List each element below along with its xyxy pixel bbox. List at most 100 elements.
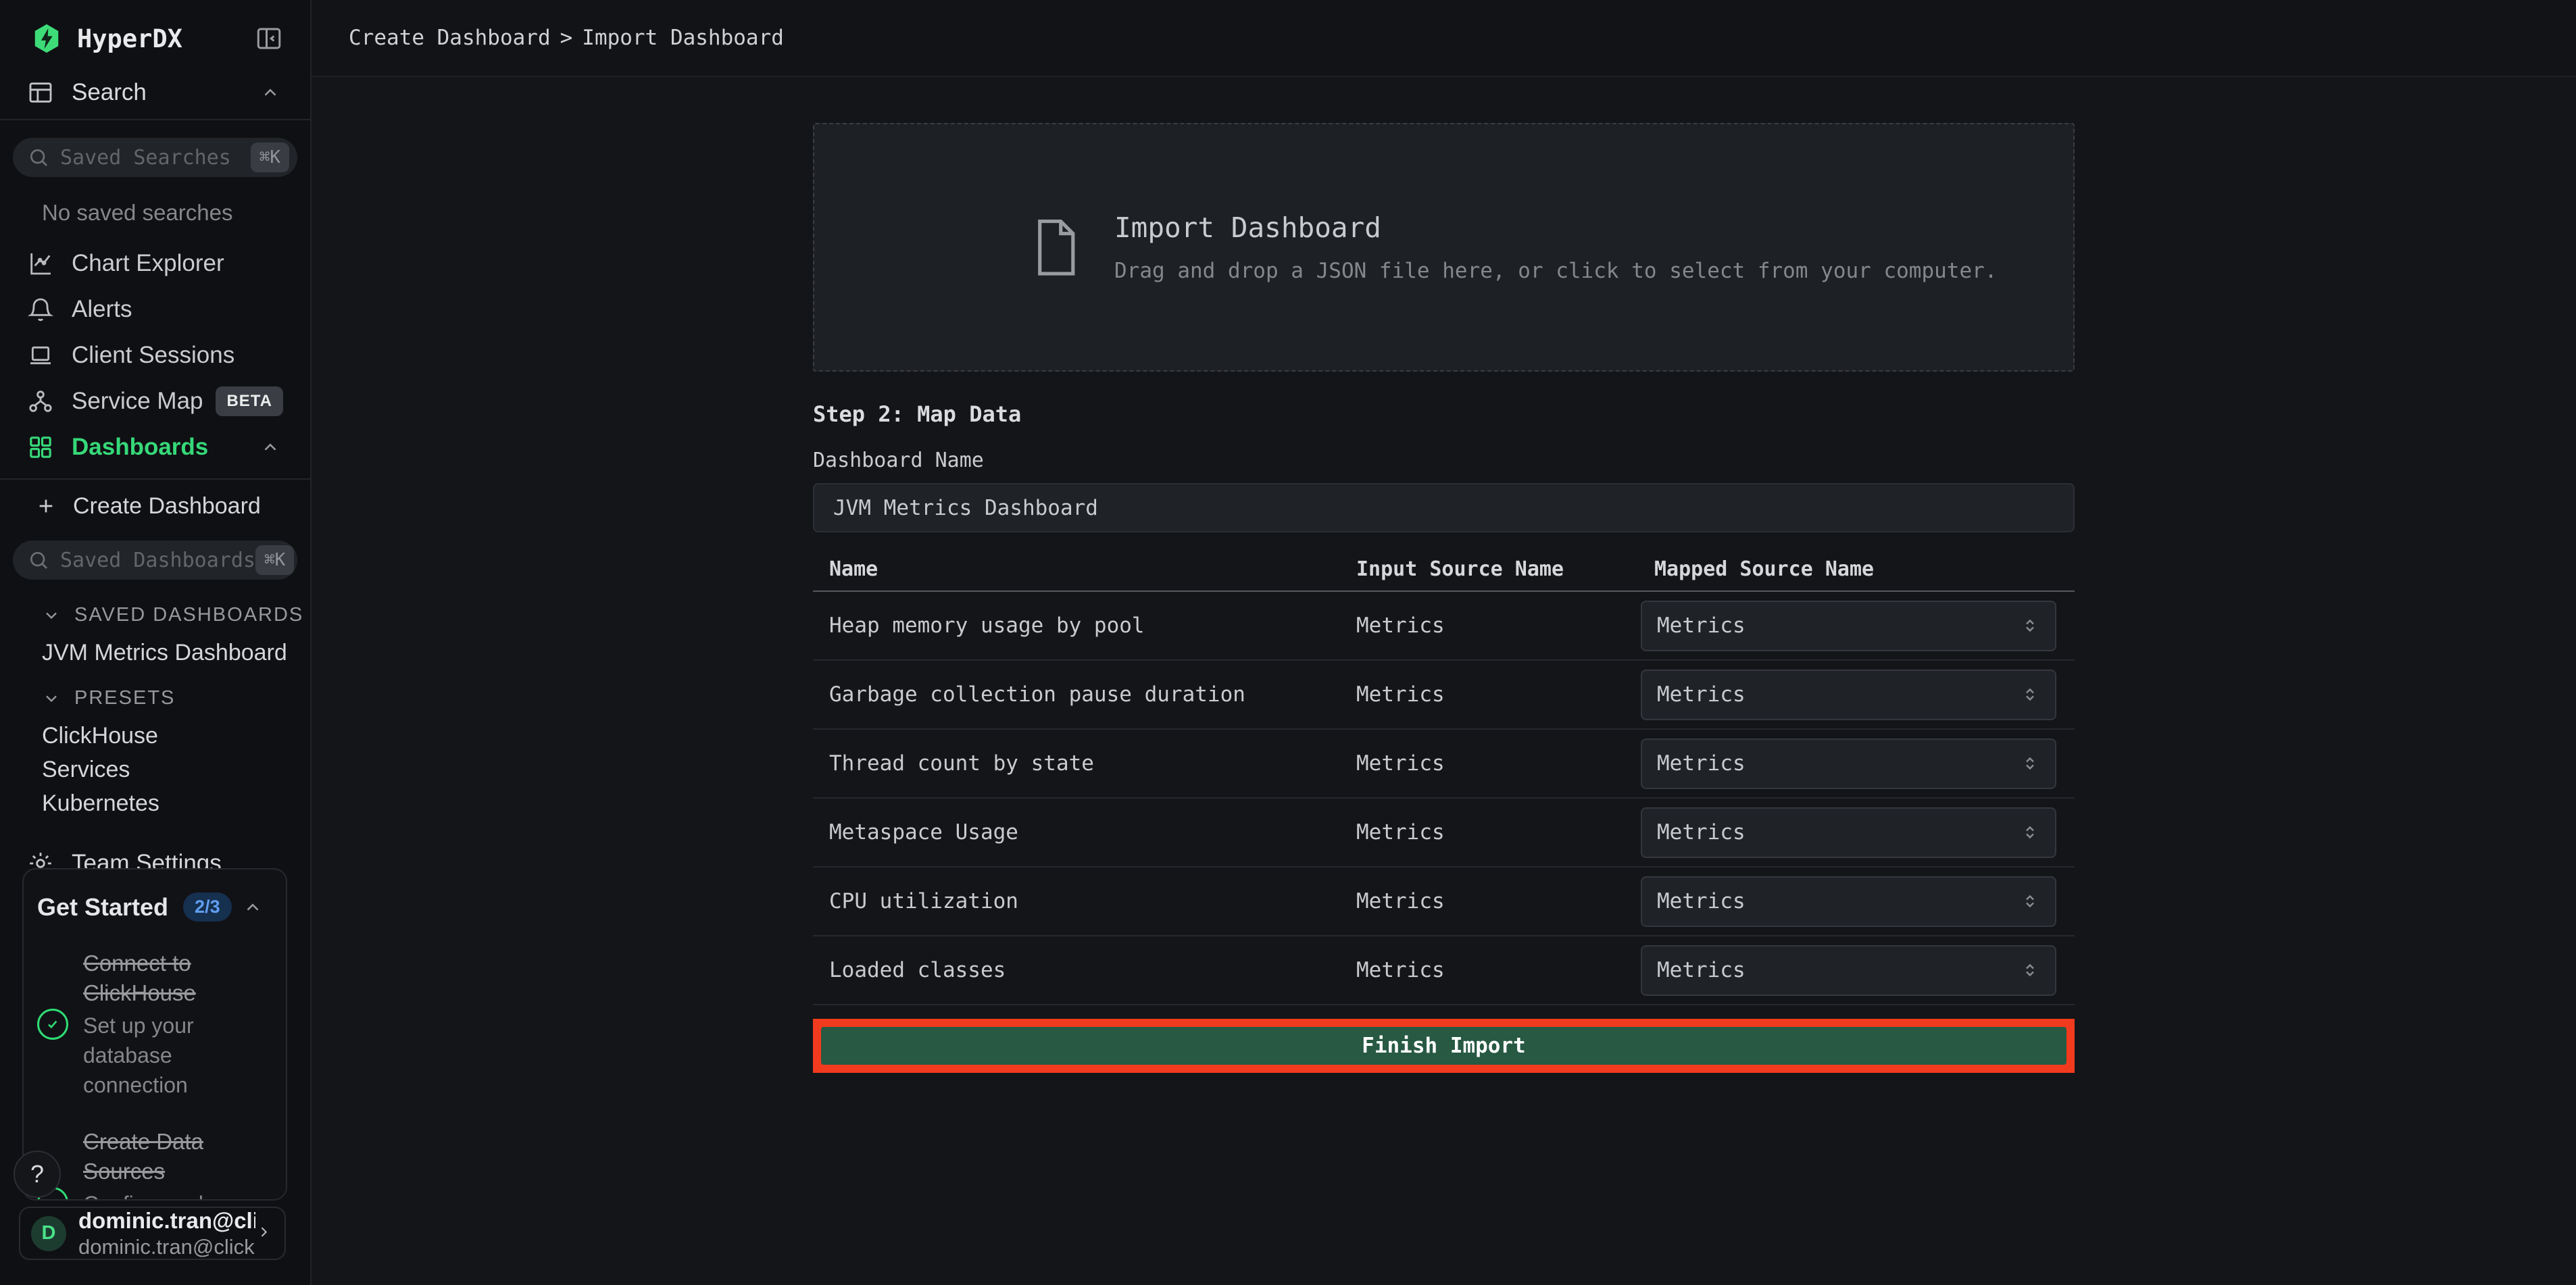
chart-name: Heap memory usage by pool: [813, 613, 1356, 638]
sidebar-item-chart-explorer[interactable]: Chart Explorer: [0, 241, 310, 286]
sidebar-item-client-sessions[interactable]: Client Sessions: [0, 332, 310, 378]
progress-badge: 2/3: [183, 892, 232, 922]
chart-name: Garbage collection pause duration: [813, 682, 1356, 707]
input-source-value: Metrics: [1356, 889, 1641, 913]
saved-searches-placeholder: Saved Searches: [60, 146, 231, 170]
chart-name: Loaded classes: [813, 958, 1356, 982]
mapped-source-select[interactable]: Metrics: [1641, 807, 2056, 858]
sidebar-item-dashboards[interactable]: Dashboards: [0, 424, 310, 470]
table-row: Loaded classes Metrics Metrics: [813, 936, 2075, 1005]
table-header-row: Name Input Source Name Mapped Source Nam…: [813, 547, 2075, 592]
check-circle-icon: [37, 1009, 68, 1040]
bell-icon: [27, 296, 54, 323]
topbar: Create Dashboard>Import Dashboard: [312, 0, 2576, 77]
sidebar-item-label: Dashboards: [72, 434, 208, 461]
input-source-value: Metrics: [1356, 613, 1641, 638]
chevron-right-icon: [255, 1224, 272, 1244]
sidebar-item-label: Client Sessions: [72, 342, 234, 369]
chevron-down-icon: [42, 606, 61, 625]
get-started-card: Get Started 2/3 Connect to ClickHouse Se…: [22, 868, 287, 1201]
saved-dashboards-section-header[interactable]: SAVED DASHBOARDS: [0, 604, 310, 626]
chevron-up-icon: [260, 437, 280, 457]
table-row: Thread count by state Metrics Metrics: [813, 730, 2075, 799]
sidebar-item-search[interactable]: Search: [0, 66, 310, 120]
help-button[interactable]: ?: [14, 1151, 61, 1198]
mapped-source-select[interactable]: Metrics: [1641, 601, 2056, 651]
dropzone-title: Import Dashboard: [1114, 211, 1997, 244]
mapped-source-select[interactable]: Metrics: [1641, 670, 2056, 720]
get-started-title: Get Started: [37, 893, 168, 922]
chart-icon: [27, 250, 54, 277]
select-caret-icon: [2020, 615, 2040, 636]
presets-section-header[interactable]: PRESETS: [0, 687, 310, 709]
finish-import-button[interactable]: Finish Import: [821, 1027, 2066, 1065]
user-email: dominic.tran@clickh...: [78, 1235, 255, 1259]
breadcrumb-create-dashboard[interactable]: Create Dashboard: [349, 26, 551, 50]
column-header-input-source: Input Source Name: [1356, 557, 1641, 581]
section-header-label: SAVED DASHBOARDS: [74, 604, 303, 626]
get-started-step-data-sources[interactable]: Create Data Sources Configure where your…: [37, 1127, 271, 1201]
collapse-sidebar-icon[interactable]: [255, 24, 283, 53]
chart-name: Thread count by state: [813, 751, 1356, 776]
saved-dashboards-placeholder: Saved Dashboards: [60, 549, 255, 572]
table-row: Metaspace Usage Metrics Metrics: [813, 799, 2075, 867]
table-row: Garbage collection pause duration Metric…: [813, 661, 2075, 730]
get-started-step-connect[interactable]: Connect to ClickHouse Set up your databa…: [37, 949, 271, 1100]
mapped-source-select[interactable]: Metrics: [1641, 945, 2056, 996]
import-dashboard-content: Import Dashboard Drag and drop a JSON fi…: [813, 123, 2075, 1073]
avatar: D: [31, 1216, 66, 1251]
logo-row: HyperDX: [0, 0, 310, 54]
laptop-icon: [27, 342, 54, 369]
select-caret-icon: [2020, 891, 2040, 911]
magnifier-icon: [28, 549, 49, 571]
dropzone-subtitle: Drag and drop a JSON file here, or click…: [1114, 259, 1997, 283]
mapped-source-select[interactable]: Metrics: [1641, 738, 2056, 789]
search-section-icon: [27, 79, 54, 106]
hyperdx-logo-icon[interactable]: [31, 23, 62, 54]
dashboard-name-label: Dashboard Name: [813, 449, 2075, 472]
sidebar-item-services[interactable]: Services: [0, 753, 310, 786]
hyperdx-app: HyperDX Search: [0, 0, 2576, 1285]
get-started-header[interactable]: Get Started 2/3: [37, 892, 271, 922]
sidebar-item-kubernetes[interactable]: Kubernetes: [0, 786, 310, 820]
saved-dashboards-input[interactable]: Saved Dashboards ⌘K: [13, 540, 297, 580]
create-dashboard-button[interactable]: Create Dashboard: [0, 480, 310, 532]
plus-icon: [35, 495, 57, 517]
dashboard-name-input[interactable]: [813, 483, 2075, 532]
breadcrumb-import-dashboard: Import Dashboard: [582, 26, 784, 50]
input-source-value: Metrics: [1356, 958, 1641, 982]
input-source-value: Metrics: [1356, 820, 1641, 845]
select-caret-icon: [2020, 822, 2040, 842]
breadcrumb: Create Dashboard>Import Dashboard: [349, 26, 784, 50]
sidebar-item-alerts[interactable]: Alerts: [0, 286, 310, 332]
step-title: Connect to ClickHouse: [83, 949, 271, 1008]
saved-searches-input[interactable]: Saved Searches ⌘K: [13, 138, 297, 177]
select-caret-icon: [2020, 960, 2040, 980]
sidebar: HyperDX Search: [0, 0, 312, 1285]
json-file-dropzone[interactable]: Import Dashboard Drag and drop a JSON fi…: [813, 123, 2075, 372]
step-heading: Step 2: Map Data: [813, 401, 2075, 427]
file-icon: [1035, 220, 1076, 275]
sidebar-item-jvm-metrics-dashboard[interactable]: JVM Metrics Dashboard: [0, 636, 310, 670]
sidebar-item-service-map[interactable]: Service Map BETA: [0, 378, 310, 424]
input-source-value: Metrics: [1356, 751, 1641, 776]
chart-name: CPU utilization: [813, 889, 1356, 913]
dashboards-grid-icon: [27, 434, 54, 461]
chart-name: Metaspace Usage: [813, 820, 1356, 845]
selected-value: Metrics: [1657, 682, 1745, 707]
user-menu[interactable]: D dominic.tran@clic... dominic.tran@clic…: [19, 1207, 286, 1260]
sidebar-item-label: Service Map: [72, 388, 203, 415]
sidebar-item-label: Alerts: [72, 296, 132, 323]
column-header-name: Name: [813, 557, 1356, 581]
column-header-mapped-source: Mapped Source Name: [1641, 557, 2075, 581]
select-caret-icon: [2020, 753, 2040, 774]
create-dashboard-label: Create Dashboard: [73, 493, 261, 520]
search-section-label: Search: [72, 79, 147, 106]
service-map-icon: [27, 388, 54, 415]
selected-value: Metrics: [1657, 613, 1745, 638]
user-name: dominic.tran@clic...: [78, 1208, 255, 1234]
mapped-source-select[interactable]: Metrics: [1641, 876, 2056, 927]
chevron-up-icon: [243, 897, 263, 917]
sidebar-item-clickhouse[interactable]: ClickHouse: [0, 719, 310, 753]
selected-value: Metrics: [1657, 820, 1745, 845]
